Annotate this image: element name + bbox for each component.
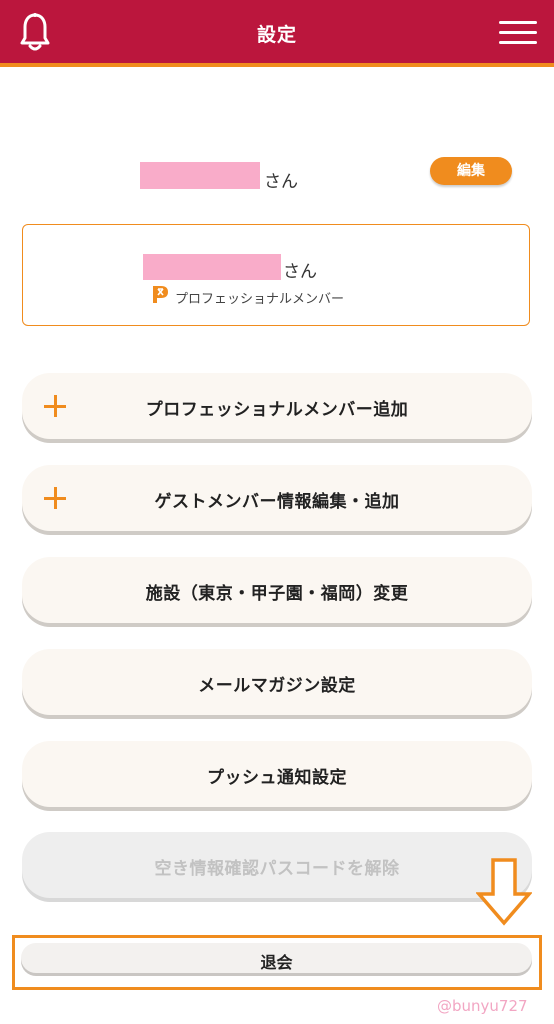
release-passcode-button: 空き情報確認パスコードを解除 <box>22 832 532 898</box>
down-arrow-icon <box>476 858 532 926</box>
app-header: 設定 <box>0 0 554 67</box>
button-label: プロフェッショナルメンバー追加 <box>145 400 409 420</box>
member-card[interactable]: さん プロフェッショナルメンバー <box>22 224 530 326</box>
member-type-label: プロフェッショナルメンバー <box>175 292 345 307</box>
button-label: ゲストメンバー情報編集・追加 <box>154 492 400 512</box>
user-name-redacted <box>140 162 260 189</box>
page-title: 設定 <box>256 24 297 46</box>
p-badge-icon <box>153 286 168 303</box>
button-label: 施設（東京・甲子園・福岡）変更 <box>145 584 409 604</box>
change-facility-button[interactable]: 施設（東京・甲子園・福岡）変更 <box>22 557 532 623</box>
user-name-suffix: さん <box>264 172 298 192</box>
withdraw-button[interactable]: 退会 <box>21 943 532 973</box>
push-notification-settings-button[interactable]: プッシュ通知設定 <box>22 741 532 807</box>
add-professional-member-button[interactable]: プロフェッショナルメンバー追加 <box>22 373 532 439</box>
edit-button[interactable]: 編集 <box>430 157 512 185</box>
button-label: 退会 <box>260 953 293 972</box>
member-name-suffix: さん <box>283 262 317 282</box>
edit-guest-member-button[interactable]: ゲストメンバー情報編集・追加 <box>22 465 532 531</box>
button-label: プッシュ通知設定 <box>207 768 347 788</box>
button-label: 空き情報確認パスコードを解除 <box>154 859 400 879</box>
button-label: メールマガジン設定 <box>198 676 356 696</box>
mail-magazine-settings-button[interactable]: メールマガジン設定 <box>22 649 532 715</box>
watermark: @bunyu727 <box>437 997 528 1015</box>
hamburger-menu-icon[interactable] <box>499 21 539 45</box>
member-name-redacted <box>143 254 281 280</box>
